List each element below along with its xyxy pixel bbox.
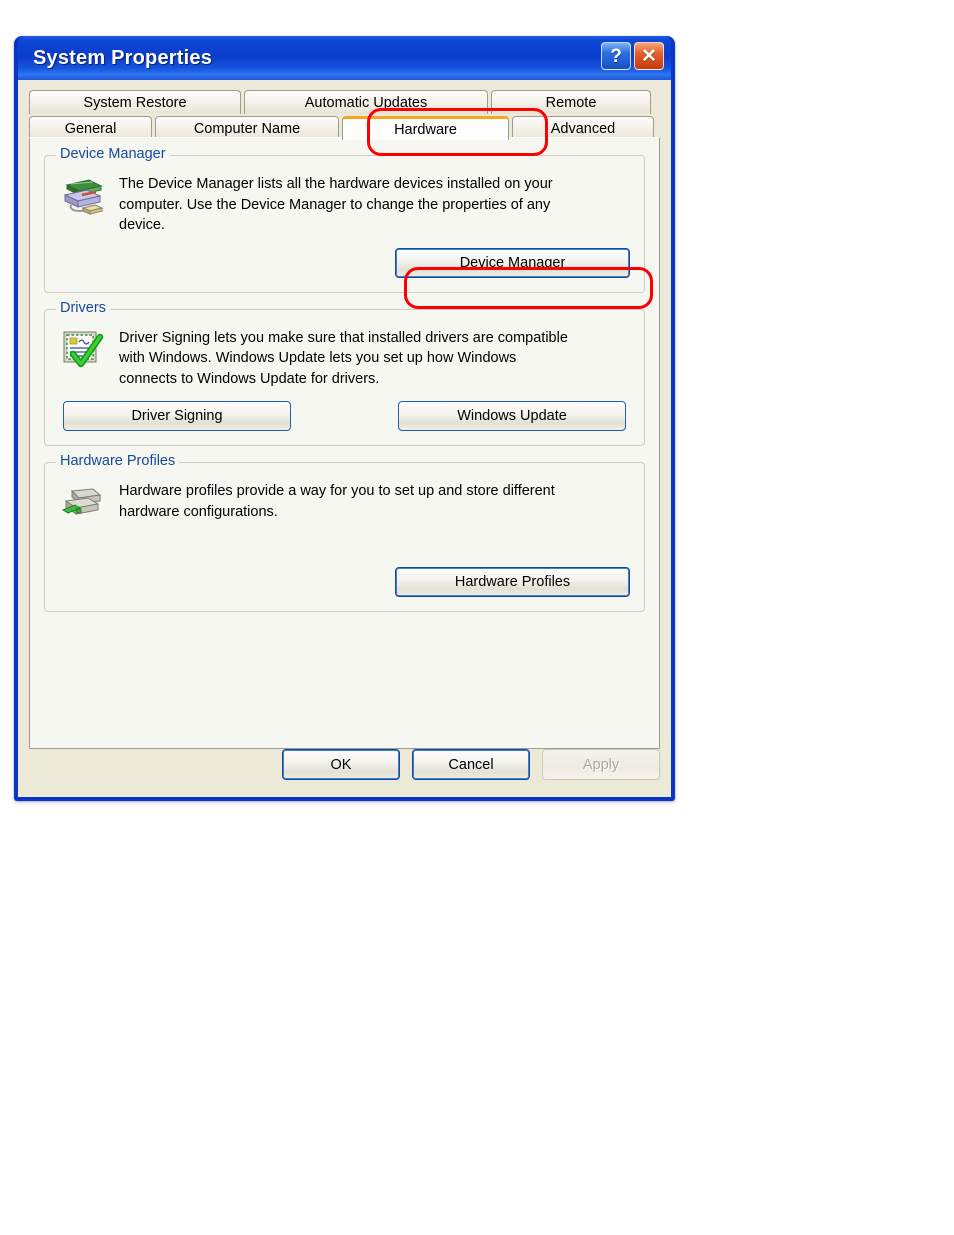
dialog-footer: OK Cancel Apply [29, 749, 660, 780]
device-manager-description: The Device Manager lists all the hardwar… [119, 176, 553, 234]
apply-button: Apply [542, 749, 660, 780]
hardware-profiles-button-row: Hardware Profiles [59, 567, 630, 598]
windows-update-button[interactable]: Windows Update [398, 401, 626, 432]
tab-system-restore[interactable]: System Restore [29, 90, 241, 114]
cancel-button[interactable]: Cancel [412, 749, 530, 780]
group-legend-drivers: Drivers [56, 299, 110, 316]
drivers-button-row: Driver Signing Windows Update [59, 401, 630, 432]
title-bar-buttons: ? ✕ [601, 42, 664, 70]
driver-signing-button[interactable]: Driver Signing [63, 401, 291, 432]
system-properties-dialog: System Properties ? ✕ System Restore Aut… [14, 36, 675, 801]
tab-hardware[interactable]: Hardware [342, 116, 509, 140]
dialog-body: System Restore Automatic Updates Remote … [18, 80, 671, 797]
tab-strip: System Restore Automatic Updates Remote … [29, 90, 660, 156]
group-legend-device-manager: Device Manager [56, 146, 170, 162]
help-icon[interactable]: ? [601, 42, 631, 70]
close-icon[interactable]: ✕ [634, 42, 664, 70]
tab-row-top: System Restore Automatic Updates Remote [29, 90, 660, 114]
device-manager-icon [59, 172, 105, 218]
hardware-profile-icon [59, 479, 105, 525]
group-device-manager: Device Manager The Device Manager lists … [44, 146, 653, 309]
ok-button[interactable]: OK [282, 749, 400, 780]
drivers-description: Driver Signing lets you make sure that i… [119, 329, 568, 387]
hardware-tab-panel: Device Manager The Device Manager lists … [29, 137, 660, 749]
driver-signing-certificate-icon [59, 326, 105, 372]
group-legend-hardware-profiles: Hardware Profiles [56, 453, 180, 470]
window-title: System Properties [33, 46, 213, 69]
group-drivers: Drivers Driver Signing lets you make sur… [44, 299, 645, 447]
hardware-profiles-description: Hardware profiles provide a way for you … [119, 483, 555, 521]
hardware-profiles-button[interactable]: Hardware Profiles [395, 567, 630, 598]
tab-automatic-updates[interactable]: Automatic Updates [244, 90, 488, 114]
device-manager-button-row: Device Manager [59, 247, 630, 278]
title-bar[interactable]: System Properties ? ✕ [18, 36, 671, 80]
group-hardware-profiles: Hardware Profiles Hardware profiles prov… [44, 453, 645, 613]
tab-remote[interactable]: Remote [491, 90, 651, 114]
device-manager-button[interactable]: Device Manager [395, 247, 630, 278]
